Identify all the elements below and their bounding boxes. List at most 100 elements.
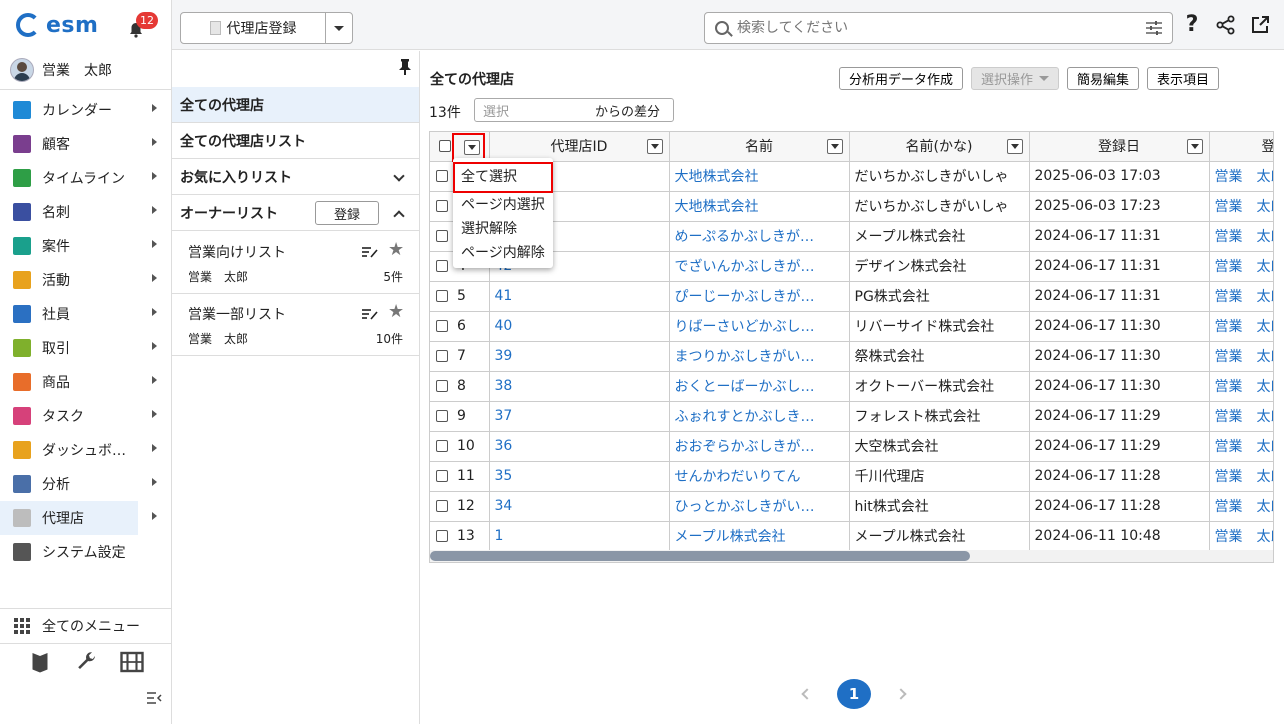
brand-logo[interactable]: esm 12 bbox=[0, 0, 171, 50]
quick-edit-button[interactable]: 簡易編集 bbox=[1067, 67, 1140, 90]
registrant-link[interactable]: 営業 太郎 bbox=[1209, 401, 1273, 432]
current-page-button[interactable]: 1 bbox=[837, 679, 871, 709]
agency-name-link[interactable]: りばーさいどかぶし… bbox=[669, 311, 850, 342]
row-checkbox[interactable] bbox=[436, 470, 448, 482]
sidebar-item-9[interactable]: タスク bbox=[0, 399, 171, 433]
sidebar-item-10[interactable]: ダッシュボ… bbox=[0, 433, 171, 467]
horizontal-scrollbar[interactable] bbox=[430, 550, 1273, 562]
agency-id-cell[interactable]: 41 bbox=[489, 281, 670, 312]
agency-name-link[interactable]: せんかわだいりてん bbox=[669, 461, 850, 492]
agency-name-link[interactable]: おおぞらかぶしきが… bbox=[669, 431, 850, 462]
row-checkbox[interactable] bbox=[436, 440, 448, 452]
row-checkbox[interactable] bbox=[436, 410, 448, 422]
saved-list-item[interactable]: 営業向けリスト ★ 営業 太郎 5件 bbox=[172, 232, 419, 294]
film-icon[interactable] bbox=[119, 650, 144, 674]
table-row[interactable]: 2大地株式会社だいちかぶしきがいしゃ2025-06-03 17:23営業 太郎 bbox=[430, 191, 1273, 222]
row-checkbox[interactable] bbox=[436, 260, 448, 272]
row-checkbox[interactable] bbox=[436, 380, 448, 392]
row-checkbox[interactable] bbox=[436, 500, 448, 512]
owner-lists-section[interactable]: オーナーリスト 登録 bbox=[172, 195, 419, 231]
share-icon[interactable] bbox=[1216, 15, 1236, 35]
column-header-registrant[interactable]: 登 bbox=[1209, 132, 1273, 162]
book-icon[interactable] bbox=[28, 650, 52, 674]
row-checkbox[interactable] bbox=[436, 320, 448, 332]
collapse-sidebar-icon[interactable] bbox=[146, 690, 162, 706]
agency-id-cell[interactable]: 37 bbox=[489, 401, 670, 432]
registrant-link[interactable]: 営業 太郎 bbox=[1209, 371, 1273, 402]
table-row[interactable]: 1大地株式会社だいちかぶしきがいしゃ2025-06-03 17:03営業 太郎 bbox=[430, 161, 1273, 192]
agency-id-cell[interactable]: 36 bbox=[489, 431, 670, 462]
registrant-link[interactable]: 営業 太郎 bbox=[1209, 521, 1273, 552]
agency-name-link[interactable]: 大地株式会社 bbox=[669, 161, 850, 192]
sidebar-item-5[interactable]: 活動 bbox=[0, 263, 171, 297]
registrant-link[interactable]: 営業 太郎 bbox=[1209, 341, 1273, 372]
display-columns-button[interactable]: 表示項目 bbox=[1147, 67, 1220, 90]
register-agency-button[interactable]: 代理店登録 bbox=[181, 13, 326, 43]
sidebar-item-0[interactable]: カレンダー bbox=[0, 93, 171, 127]
table-row[interactable]: 8 38 おくとーばーかぶし… オクトーバー株式会社 2024-06-17 11:30 営… bbox=[430, 371, 1273, 402]
menu-item-select-all[interactable]: 全て選択 bbox=[453, 162, 553, 193]
table-row[interactable]: 12 34 ひっとかぶしきがい… hit株式会社 2024-06-17 11:28 営業 … bbox=[430, 491, 1273, 522]
register-list-button[interactable]: 登録 bbox=[315, 201, 379, 225]
sidebar-item-2[interactable]: タイムライン bbox=[0, 161, 171, 195]
registrant-link[interactable]: 営業 太郎 bbox=[1209, 311, 1273, 342]
column-header-agency-id[interactable]: 代理店ID bbox=[489, 132, 670, 162]
table-row[interactable]: 131メープル株式会社メープル株式会社2024-06-11 10:48営業 太郎 bbox=[430, 521, 1273, 552]
search-filter-icon[interactable] bbox=[1146, 21, 1162, 35]
wrench-icon[interactable] bbox=[74, 650, 98, 674]
sidebar-item-7[interactable]: 取引 bbox=[0, 331, 171, 365]
registrant-link[interactable]: 営業 太郎 bbox=[1209, 461, 1273, 492]
row-checkbox[interactable] bbox=[436, 530, 448, 542]
agency-name-link[interactable]: おくとーばーかぶし… bbox=[669, 371, 850, 402]
column-filter-button[interactable] bbox=[1006, 139, 1023, 154]
agency-id-cell[interactable]: 38 bbox=[489, 371, 670, 402]
sidebar-item-8[interactable]: 商品 bbox=[0, 365, 171, 399]
previous-page-icon[interactable] bbox=[801, 688, 813, 700]
row-checkbox[interactable] bbox=[436, 230, 448, 242]
column-filter-button[interactable] bbox=[1186, 139, 1203, 154]
star-icon[interactable]: ★ bbox=[388, 302, 404, 322]
select-all-checkbox[interactable] bbox=[439, 140, 451, 152]
registrant-link[interactable]: 営業 太郎 bbox=[1209, 191, 1273, 222]
column-header-name[interactable]: 名前 bbox=[669, 132, 850, 162]
table-row[interactable]: 3めーぷるかぶしきが…メープル株式会社2024-06-17 11:31営業 太郎 bbox=[430, 221, 1273, 252]
menu-item-select-page[interactable]: ページ内選択 bbox=[453, 193, 553, 217]
edit-list-icon[interactable] bbox=[362, 246, 378, 258]
selection-operations-button[interactable]: 選択操作 bbox=[971, 67, 1060, 90]
table-row[interactable]: 11 35せんかわだいりてん千川代理店2024-06-17 11:28営業 太郎 bbox=[430, 461, 1273, 492]
table-row[interactable]: 10 36 おおぞらかぶしきが… 大空株式会社 2024-06-17 11:29 営業 太… bbox=[430, 431, 1273, 462]
agency-name-link[interactable]: ぴーじーかぶしきが… bbox=[669, 281, 850, 312]
open-new-window-icon[interactable] bbox=[1250, 15, 1270, 35]
agency-name-link[interactable]: ひっとかぶしきがい… bbox=[669, 491, 850, 522]
column-filter-button[interactable] bbox=[826, 139, 843, 154]
search-input[interactable] bbox=[737, 20, 1117, 36]
next-page-icon[interactable] bbox=[895, 688, 907, 700]
agency-name-link[interactable]: まつりかぶしきがい… bbox=[669, 341, 850, 372]
table-row[interactable]: 442でざいんかぶしきが…デザイン株式会社2024-06-17 11:31営業 … bbox=[430, 251, 1273, 282]
all-menu-button[interactable]: 全てのメニュー bbox=[0, 608, 171, 644]
sidebar-item-13[interactable]: システム設定 bbox=[0, 535, 171, 569]
agency-name-link[interactable]: 大地株式会社 bbox=[669, 191, 850, 222]
table-row[interactable]: 7 39まつりかぶしきがい…祭株式会社2024-06-17 11:30営業 太郎 bbox=[430, 341, 1273, 372]
star-icon[interactable]: ★ bbox=[388, 240, 404, 260]
registrant-link[interactable]: 営業 太郎 bbox=[1209, 161, 1273, 192]
row-checkbox[interactable] bbox=[436, 350, 448, 362]
table-row[interactable]: 9 37 ふぉれすとかぶしき… フォレスト株式会社 2024-06-17 11:29 営業… bbox=[430, 401, 1273, 432]
registrant-link[interactable]: 営業 太郎 bbox=[1209, 491, 1273, 522]
registrant-link[interactable]: 営業 太郎 bbox=[1209, 281, 1273, 312]
table-row[interactable]: 5 41ぴーじーかぶしきが…PG株式会社2024-06-17 11:31営業 太郎 bbox=[430, 281, 1273, 312]
diff-selector[interactable]: 選択 からの差分 bbox=[474, 98, 674, 122]
agency-id-cell[interactable]: 35 bbox=[489, 461, 670, 492]
agency-name-link[interactable]: メープル株式会社 bbox=[669, 521, 850, 552]
agency-name-link[interactable]: めーぷるかぶしきが… bbox=[669, 221, 850, 252]
agency-id-cell[interactable]: 34 bbox=[489, 491, 670, 522]
sidebar-item-1[interactable]: 顧客 bbox=[0, 127, 171, 161]
sidebar-item-12[interactable]: 代理店 bbox=[0, 501, 157, 535]
agency-name-link[interactable]: ふぉれすとかぶしき… bbox=[669, 401, 850, 432]
table-row[interactable]: 6 40 りばーさいどかぶし… リバーサイド株式会社 2024-06-17 11:30 営… bbox=[430, 311, 1273, 342]
registrant-link[interactable]: 営業 太郎 bbox=[1209, 251, 1273, 282]
row-checkbox[interactable] bbox=[436, 290, 448, 302]
scrollbar-thumb[interactable] bbox=[430, 551, 970, 561]
user-profile[interactable]: 営業 太郎 bbox=[0, 50, 171, 90]
menu-item-deselect-page[interactable]: ページ内解除 bbox=[453, 241, 553, 265]
